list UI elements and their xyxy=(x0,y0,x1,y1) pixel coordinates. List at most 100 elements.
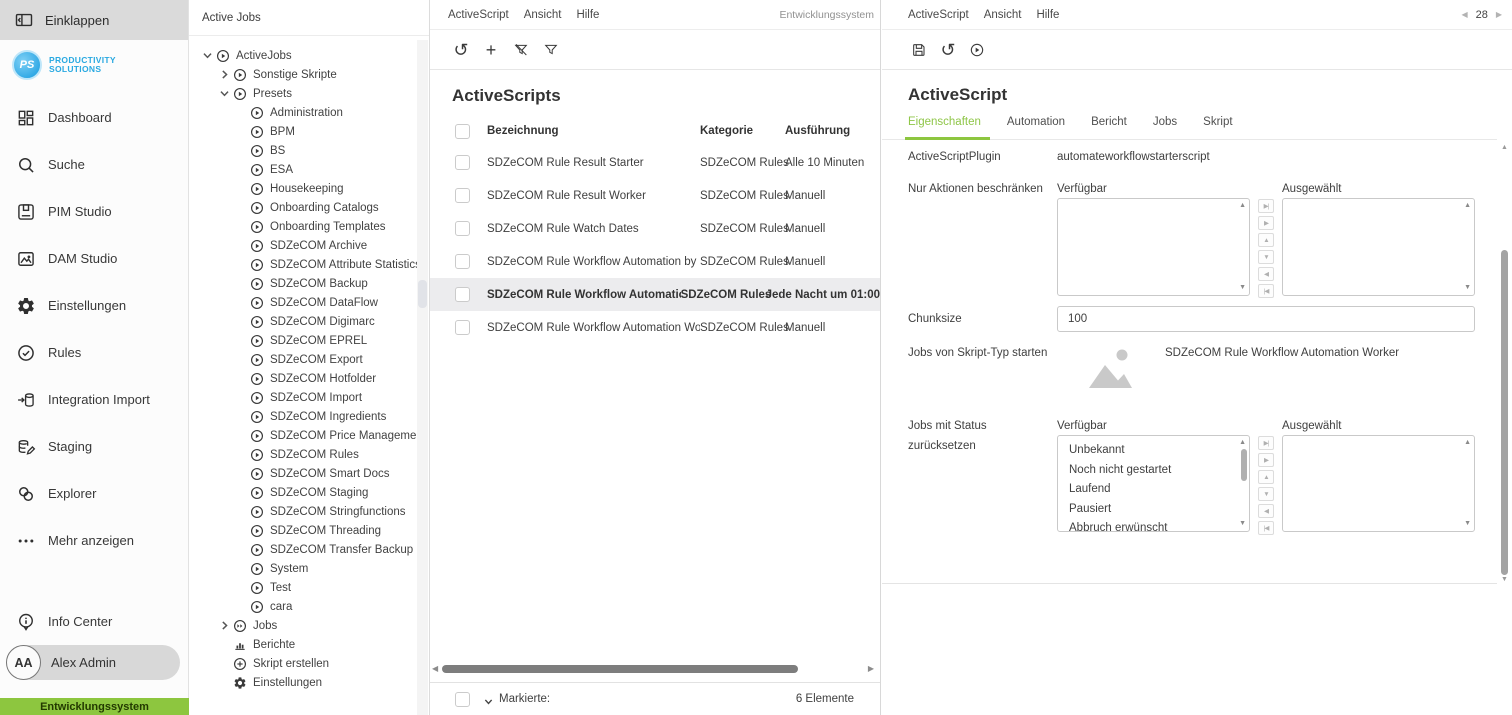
move-all-left-icon[interactable]: |◀ xyxy=(1258,521,1274,535)
tree-node-test[interactable]: Test xyxy=(189,578,417,597)
tree-node-esa[interactable]: ESA xyxy=(189,160,417,179)
listbox-scroll-down-icon[interactable]: ▼ xyxy=(1464,520,1471,528)
menu-item-activescript[interactable]: ActiveScript xyxy=(908,9,969,21)
list-option-abbruch-erw-nscht[interactable]: Abbruch erwünscht xyxy=(1058,519,1235,539)
chevron-down-icon[interactable] xyxy=(201,49,214,62)
tree-node-sdzecom-backup[interactable]: SDZeCOM Backup xyxy=(189,274,417,293)
sidebar-item-suche[interactable]: Suche xyxy=(0,141,188,188)
tree-node-skript-erstellen[interactable]: Skript erstellen xyxy=(189,654,417,673)
tree-node-sdzecom-import[interactable]: SDZeCOM Import xyxy=(189,388,417,407)
scroll-right-icon[interactable]: ▶ xyxy=(868,664,874,673)
header-checkbox[interactable] xyxy=(455,124,470,139)
sidebar-item-dashboard[interactable]: Dashboard xyxy=(0,94,188,141)
tree-node-sonstige-skripte[interactable]: Sonstige Skripte xyxy=(189,65,417,84)
reload-icon[interactable]: ↺ xyxy=(939,41,957,59)
listbox-scroll-up-icon[interactable]: ▲ xyxy=(1239,202,1246,210)
tree-node-onboarding-catalogs[interactable]: Onboarding Catalogs xyxy=(189,198,417,217)
tree-node-administration[interactable]: Administration xyxy=(189,103,417,122)
listbox-scrollbar-thumb[interactable] xyxy=(1241,449,1247,481)
tree-node-sdzecom-digimarc[interactable]: SDZeCOM Digimarc xyxy=(189,312,417,331)
menu-item-hilfe[interactable]: Hilfe xyxy=(576,9,599,21)
sidebar-item-staging[interactable]: Staging xyxy=(0,423,188,470)
sidebar-item-info-center[interactable]: Info Center xyxy=(0,598,188,645)
tree-scrollbar-thumb[interactable] xyxy=(418,280,427,308)
scroll-up-icon[interactable]: ▲ xyxy=(1497,144,1512,151)
row-checkbox[interactable] xyxy=(455,155,470,170)
user-menu[interactable]: AA Alex Admin xyxy=(6,645,180,680)
row-checkbox[interactable] xyxy=(455,221,470,236)
move-left-icon[interactable]: ◀ xyxy=(1258,267,1274,281)
tree-node-system[interactable]: System xyxy=(189,559,417,578)
move-down-icon[interactable]: ▼ xyxy=(1258,487,1274,501)
row-checkbox[interactable] xyxy=(455,254,470,269)
tree-node-bs[interactable]: BS xyxy=(189,141,417,160)
row-checkbox[interactable] xyxy=(455,287,470,302)
move-right-icon[interactable]: ▶ xyxy=(1258,453,1274,467)
tree-node-sdzecom-archive[interactable]: SDZeCOM Archive xyxy=(189,236,417,255)
detail-scrollbar-thumb[interactable] xyxy=(1501,250,1508,575)
move-all-left-icon[interactable]: |◀ xyxy=(1258,284,1274,298)
scroll-left-icon[interactable]: ◀ xyxy=(432,664,438,673)
move-up-icon[interactable]: ▲ xyxy=(1258,470,1274,484)
list-option-laufend[interactable]: Laufend xyxy=(1058,480,1235,500)
add-icon[interactable]: + xyxy=(482,41,500,59)
tree-node-sdzecom-smart-docs[interactable]: SDZeCOM Smart Docs xyxy=(189,464,417,483)
sidebar-item-mehr-anzeigen[interactable]: Mehr anzeigen xyxy=(0,517,188,564)
tree-node-sdzecom-threading[interactable]: SDZeCOM Threading xyxy=(189,521,417,540)
tree-node-sdzecom-eprel[interactable]: SDZeCOM EPREL xyxy=(189,331,417,350)
move-down-icon[interactable]: ▼ xyxy=(1258,250,1274,264)
table-row[interactable]: SDZeCOM Rule Workflow Automation by d...… xyxy=(430,245,880,278)
menu-item-ansicht[interactable]: Ansicht xyxy=(984,9,1022,21)
tree-node-sdzecom-dataflow[interactable]: SDZeCOM DataFlow xyxy=(189,293,417,312)
tree-node-activejobs[interactable]: ActiveJobs xyxy=(189,46,417,65)
tree-node-sdzecom-ingredients[interactable]: SDZeCOM Ingredients xyxy=(189,407,417,426)
tree-node-onboarding-templates[interactable]: Onboarding Templates xyxy=(189,217,417,236)
tree-node-sdzecom-attribute-statistics[interactable]: SDZeCOM Attribute Statistics xyxy=(189,255,417,274)
sidebar-item-pim-studio[interactable]: PIM Studio xyxy=(0,188,188,235)
pagination-prev-icon[interactable]: ◀ xyxy=(1461,10,1467,19)
listbox-scroll-down-icon[interactable]: ▼ xyxy=(1239,284,1246,292)
list-option-unbekannt[interactable]: Unbekannt xyxy=(1058,441,1235,461)
menu-item-ansicht[interactable]: Ansicht xyxy=(524,9,562,21)
actions-available-listbox[interactable]: ▲ ▼ xyxy=(1057,198,1250,296)
tree-node-berichte[interactable]: Berichte xyxy=(189,635,417,654)
list-option-noch-nicht-gestartet[interactable]: Noch nicht gestartet xyxy=(1058,461,1235,481)
sidebar-item-dam-studio[interactable]: DAM Studio xyxy=(0,235,188,282)
sidebar-item-rules[interactable]: Rules xyxy=(0,329,188,376)
scroll-down-icon[interactable]: ▼ xyxy=(1497,576,1512,583)
filter-clear-icon[interactable] xyxy=(512,41,530,59)
tree-node-jobs[interactable]: Jobs xyxy=(189,616,417,635)
tree-node-cara[interactable]: cara xyxy=(189,597,417,616)
column-header-ausf-hrung[interactable]: Ausführung xyxy=(785,125,880,137)
horizontal-scrollbar-thumb[interactable] xyxy=(442,665,798,673)
table-row[interactable]: SDZeCOM Rule Result StarterSDZeCOM Rules… xyxy=(430,146,880,179)
tree-node-sdzecom-transfer-backup[interactable]: SDZeCOM Transfer Backup xyxy=(189,540,417,559)
listbox-scroll-down-icon[interactable]: ▼ xyxy=(1464,284,1471,292)
tree-node-sdzecom-staging[interactable]: SDZeCOM Staging xyxy=(189,483,417,502)
table-row[interactable]: SDZeCOM Rule Result WorkerSDZeCOM RulesM… xyxy=(430,179,880,212)
move-up-icon[interactable]: ▲ xyxy=(1258,233,1274,247)
column-header-bezeichnung[interactable]: Bezeichnung xyxy=(487,125,700,137)
chevron-right-icon[interactable] xyxy=(218,619,231,632)
move-all-right-icon[interactable]: ▶| xyxy=(1258,436,1274,450)
tree-node-sdzecom-stringfunctions[interactable]: SDZeCOM Stringfunctions xyxy=(189,502,417,521)
listbox-scroll-up-icon[interactable]: ▲ xyxy=(1239,439,1246,447)
pagination-next-icon[interactable]: ▶ xyxy=(1496,10,1502,19)
row-checkbox[interactable] xyxy=(455,188,470,203)
column-header-kategorie[interactable]: Kategorie xyxy=(700,125,785,137)
footer-checkbox[interactable] xyxy=(455,692,470,707)
listbox-scroll-down-icon[interactable]: ▼ xyxy=(1239,520,1246,528)
tree-node-housekeeping[interactable]: Housekeeping xyxy=(189,179,417,198)
tree-node-sdzecom-rules[interactable]: SDZeCOM Rules xyxy=(189,445,417,464)
tab-eigenschaften[interactable]: Eigenschaften xyxy=(908,112,981,139)
listbox-scroll-up-icon[interactable]: ▲ xyxy=(1464,439,1471,447)
menu-item-activescript[interactable]: ActiveScript xyxy=(448,9,509,21)
filter-icon[interactable] xyxy=(542,41,560,59)
tree-scrollbar-track[interactable] xyxy=(417,40,428,715)
tree-node-einstellungen[interactable]: Einstellungen xyxy=(189,673,417,692)
chevron-right-icon[interactable] xyxy=(218,68,231,81)
sidebar-item-explorer[interactable]: Explorer xyxy=(0,470,188,517)
refresh-icon[interactable]: ↺ xyxy=(452,41,470,59)
table-row[interactable]: SDZeCOM Rule Watch DatesSDZeCOM RulesMan… xyxy=(430,212,880,245)
status-selected-listbox[interactable]: ▲ ▼ xyxy=(1282,435,1475,532)
